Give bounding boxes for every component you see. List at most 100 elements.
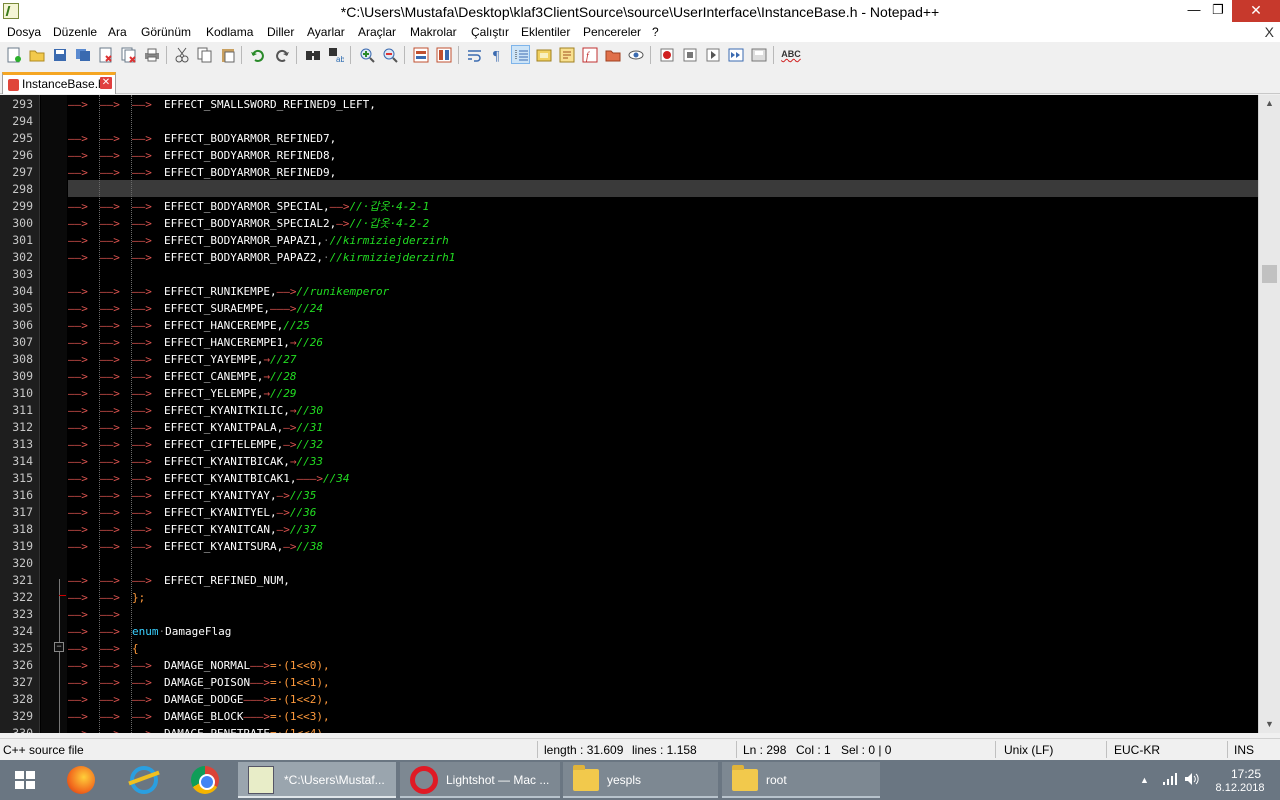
- menu-diller[interactable]: Diller: [267, 25, 294, 39]
- code-line[interactable]: ——> ——> ——> EFFECT_BODYARMOR_SPECIAL,——>//·…: [68, 198, 429, 215]
- code-line[interactable]: ——> ——> ——> EFFECT_KYANITBICAK1,———>//34: [68, 470, 349, 487]
- code-line[interactable]: ——> ——> ——> EFFECT_SURAEMPE,———>//24: [68, 300, 323, 317]
- sync-horizontal-icon[interactable]: [434, 45, 453, 64]
- code-line[interactable]: ——> ——> ——> EFFECT_REFINED_NUM,: [68, 572, 290, 589]
- code-line[interactable]: ——> ——> ——> EFFECT_BODYARMOR_REFINED8,: [68, 147, 336, 164]
- word-wrap-icon[interactable]: [465, 45, 484, 64]
- vertical-scrollbar[interactable]: ▲ ▼: [1258, 95, 1280, 733]
- zoom-in-icon[interactable]: [357, 45, 376, 64]
- cut-icon[interactable]: [172, 45, 191, 64]
- line-number-margin[interactable]: 293 294 295 296 297 298 299 300 301 302 303 304 305 3…: [0, 95, 40, 733]
- paste-icon[interactable]: [218, 45, 237, 64]
- menu-duzenle[interactable]: Düzenle: [53, 25, 97, 39]
- menu-dosya[interactable]: Dosya: [7, 25, 41, 39]
- code-line[interactable]: ——> ——> ——> EFFECT_BODYARMOR_REFINED7,: [68, 130, 336, 147]
- monitoring-icon[interactable]: [626, 45, 645, 64]
- replace-icon[interactable]: ab: [326, 45, 345, 64]
- save-icon[interactable]: [50, 45, 69, 64]
- close-document-button[interactable]: X: [1265, 24, 1274, 40]
- find-icon[interactable]: [303, 45, 322, 64]
- function-list-icon[interactable]: f: [580, 45, 599, 64]
- indent-guide-icon[interactable]: [511, 45, 530, 64]
- show-all-chars-icon[interactable]: ¶: [488, 45, 507, 64]
- status-encoding[interactable]: EUC-KR: [1114, 743, 1160, 757]
- code-line[interactable]: ——> ——> ——> EFFECT_BODYARMOR_PAPAZ1,·//kirm…: [68, 232, 449, 249]
- code-line[interactable]: ——> ——> ——> EFFECT_CANEMPE,→//28: [68, 368, 296, 385]
- tab-instancebase-h[interactable]: InstanceBase.h ✕: [2, 72, 116, 94]
- code-line[interactable]: ——> ——> ——> EFFECT_KYANITPALA,—>//31: [68, 419, 323, 436]
- undo-icon[interactable]: [248, 45, 267, 64]
- code-line[interactable]: ——> ——> ——> EFFECT_HANCEREMPE,//25: [68, 317, 310, 334]
- scrollbar-thumb[interactable]: [1262, 265, 1277, 283]
- start-button[interactable]: [0, 760, 50, 800]
- maximize-button[interactable]: ❐: [1200, 0, 1236, 22]
- code-line[interactable]: ——> ——> ——> DAMAGE_POISON——>=·(1<<1),: [68, 674, 330, 691]
- stop-record-icon[interactable]: [680, 45, 699, 64]
- menu-araclar[interactable]: Araçlar: [358, 25, 396, 39]
- taskbar-notepad-plus-plus[interactable]: *C:\Users\Mustaf...: [238, 762, 396, 798]
- play-macro-icon[interactable]: [703, 45, 722, 64]
- code-line[interactable]: ——> ——> ——> EFFECT_BODYARMOR_SPECIAL2,—>//·…: [68, 215, 429, 232]
- menu-pencereler[interactable]: Pencereler: [583, 25, 641, 39]
- sync-vertical-icon[interactable]: [411, 45, 430, 64]
- clock-time[interactable]: 17:25: [1226, 767, 1266, 781]
- code-line[interactable]: ——> ——> ——> EFFECT_BODYARMOR_PAPAZ2,·//kirm…: [68, 249, 455, 266]
- code-line[interactable]: ——>——>——>DAMAGE_PENETRATE=·(1<<4),: [68, 725, 330, 733]
- close-icon[interactable]: [96, 45, 115, 64]
- status-eol[interactable]: Unix (LF): [1004, 743, 1053, 757]
- code-line[interactable]: ——> ——> ——> EFFECT_KYANITYAY,—>//35: [68, 487, 316, 504]
- scroll-up-icon[interactable]: ▲: [1259, 95, 1280, 112]
- code-line[interactable]: ——> ——> ——> EFFECT_RUNIKEMPE,——>//runikempe…: [68, 283, 389, 300]
- open-file-icon[interactable]: [27, 45, 46, 64]
- doc-map-icon[interactable]: [557, 45, 576, 64]
- fold-collapse-icon[interactable]: −: [54, 642, 64, 652]
- menu-calistir[interactable]: Çalıştır: [471, 25, 509, 39]
- save-macro-icon[interactable]: [749, 45, 768, 64]
- record-macro-icon[interactable]: [657, 45, 676, 64]
- close-window-button[interactable]: ✕: [1232, 0, 1280, 22]
- taskbar-chrome[interactable]: [177, 762, 233, 798]
- menu-gorunum[interactable]: Görünüm: [141, 25, 191, 39]
- close-all-icon[interactable]: [119, 45, 138, 64]
- spell-check-icon[interactable]: ABC: [780, 45, 802, 64]
- code-line[interactable]: ——> ——>: [68, 606, 132, 623]
- menu-makrolar[interactable]: Makrolar: [410, 25, 457, 39]
- menu-kodlama[interactable]: Kodlama: [206, 25, 253, 39]
- volume-icon[interactable]: [1184, 772, 1200, 789]
- folder-workspace-icon[interactable]: [603, 45, 622, 64]
- menu-ayarlar[interactable]: Ayarlar: [307, 25, 345, 39]
- code-line[interactable]: ——> ——> ——> DAMAGE_DODGE———>=·(1<<2),: [68, 691, 330, 708]
- run-macro-multiple-icon[interactable]: [726, 45, 745, 64]
- tab-close-icon[interactable]: ✕: [100, 77, 112, 89]
- code-editor[interactable]: 293 294 295 296 297 298 299 300 301 302 303 304 305 3…: [0, 95, 1280, 733]
- new-file-icon[interactable]: [4, 45, 23, 64]
- code-line[interactable]: ——> ——> ——> EFFECT_CIFTELEMPE,—>//32: [68, 436, 323, 453]
- menu-eklentiler[interactable]: Eklentiler: [521, 25, 570, 39]
- taskbar-internet-explorer[interactable]: [116, 762, 172, 798]
- code-line[interactable]: ——> ——> {: [68, 640, 139, 657]
- code-line[interactable]: ——> ——> ——> DAMAGE_NORMAL——>=·(1<<0),: [68, 657, 330, 674]
- network-icon[interactable]: [1162, 772, 1178, 789]
- code-line[interactable]: ——> ——> enum·DamageFlag: [68, 623, 231, 640]
- code-line[interactable]: ——> ——> ——> EFFECT_HANCEREMPE1,→//26: [68, 334, 323, 351]
- zoom-out-icon[interactable]: [380, 45, 399, 64]
- copy-icon[interactable]: [195, 45, 214, 64]
- code-line[interactable]: ——> ——> ——> EFFECT_KYANITYEL,—>//36: [68, 504, 316, 521]
- save-all-icon[interactable]: [73, 45, 92, 64]
- menu-ara[interactable]: Ara: [108, 25, 127, 39]
- code-line[interactable]: ——> ——> ——> EFFECT_SMALLSWORD_REFINED9_LEFT…: [68, 96, 376, 113]
- user-language-icon[interactable]: [534, 45, 553, 64]
- code-line[interactable]: ——> ——> ——> EFFECT_BODYARMOR_REFINED9,: [68, 164, 336, 181]
- code-text-area[interactable]: ——> ——> ——> EFFECT_SMALLSWORD_REFINED9_LEFT…: [68, 95, 1258, 733]
- code-line[interactable]: ——> ——>};: [68, 589, 145, 606]
- code-line[interactable]: ——> ——> ——> EFFECT_KYANITCAN,—>//37: [68, 521, 316, 538]
- clock-date[interactable]: 8.12.2018: [1212, 782, 1268, 794]
- code-line[interactable]: ——> ——> ——> EFFECT_KYANITSURA,—>//38: [68, 538, 323, 555]
- taskbar-opera[interactable]: Lightshot — Mac ...: [400, 762, 560, 798]
- fold-margin[interactable]: [41, 95, 67, 733]
- redo-icon[interactable]: [272, 45, 291, 64]
- code-line[interactable]: ——> ——> ——> EFFECT_YELEMPE,→//29: [68, 385, 296, 402]
- taskbar-firefox[interactable]: [53, 762, 109, 798]
- code-line[interactable]: ——> ——> ——> EFFECT_KYANITBICAK,→//33: [68, 453, 323, 470]
- code-line[interactable]: ——> ——> ——> DAMAGE_BLOCK———>=·(1<<3),: [68, 708, 330, 725]
